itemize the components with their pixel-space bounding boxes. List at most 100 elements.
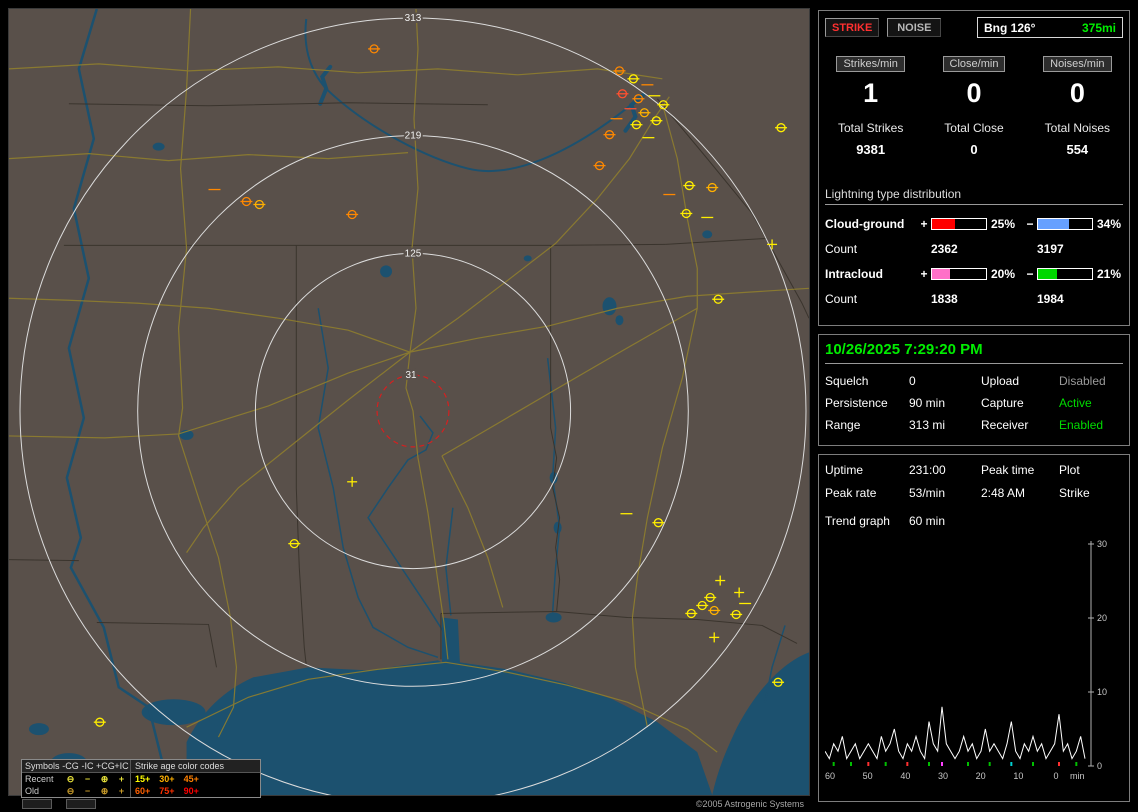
bottom-strip: ©2005 Astrogenic Systems	[8, 798, 810, 810]
uptime-value: 231:00	[909, 463, 946, 477]
capture-label: Capture	[981, 396, 1024, 410]
trend-plot: 0 10 20 30 60 50 40 30 20 10 0 min	[824, 539, 1107, 781]
capture-status: Active	[1059, 396, 1092, 410]
total-noises-label: Total Noises	[1044, 121, 1111, 135]
symbol-legend: Symbols -CG -IC +CG +IC Strike age color…	[21, 759, 261, 798]
uptime-label: Uptime	[825, 463, 864, 477]
svg-text:60: 60	[825, 771, 835, 781]
bearing-readout: Bng 126° 375mi	[977, 17, 1123, 38]
lake-seminole	[545, 612, 562, 623]
cg-pos-pct: 25%	[991, 216, 1016, 231]
legend-recent-label: Recent	[25, 774, 54, 784]
svg-text:30: 30	[1097, 539, 1107, 549]
ic-pos-icon: +	[118, 774, 125, 784]
cg-neg-bar	[1037, 217, 1093, 230]
total-strikes-label: Total Strikes	[837, 121, 904, 135]
upload-label: Upload	[981, 374, 1020, 388]
svg-text:min: min	[1070, 771, 1085, 781]
plot-mode-value: Strike	[1059, 486, 1090, 500]
ic-pos-count: 1838	[931, 291, 958, 306]
lake-martin	[602, 297, 617, 316]
ic-pos-bar	[931, 267, 987, 280]
lightning-map[interactable]: 313 219 125 31	[9, 9, 809, 795]
peak-time-label: Peak time	[981, 463, 1035, 477]
svg-text:20: 20	[1097, 613, 1107, 623]
peak-time-value: 2:48 AM	[981, 486, 1026, 500]
bar-fill	[1038, 218, 1070, 229]
ic-neg-bar	[1037, 267, 1093, 280]
status-panel: 10/26/2025 7:29:20 PM Squelch 0 Upload D…	[818, 334, 1130, 446]
cg-neg-count: 3197	[1037, 241, 1064, 256]
trend-window-value: 60 min	[909, 514, 946, 528]
bar-fill	[932, 268, 951, 279]
receiver-status: Enabled	[1059, 418, 1104, 432]
svg-text:0: 0	[1053, 771, 1058, 781]
cg-pos-count: 2362	[931, 241, 958, 256]
ring-label-125: 125	[405, 248, 422, 259]
strikes-per-min-header[interactable]: Strikes/min	[836, 56, 905, 72]
legend-symbols-header: Symbols	[25, 761, 60, 771]
bar-fill	[932, 218, 955, 229]
svg-text:40: 40	[900, 771, 910, 781]
ic-pos-pct: 20%	[991, 266, 1016, 281]
strike-stats-panel: STRIKE NOISE Bng 126° 375mi Strikes/min …	[818, 10, 1130, 326]
trend-panel: Uptime 231:00 Peak time Plot Peak rate 5…	[818, 454, 1130, 802]
ic-neg-count: 1984	[1037, 291, 1064, 306]
squelch-label: Squelch	[825, 374, 869, 388]
strikes-per-min-value: 1	[863, 78, 879, 108]
datetime-display: 10/26/2025 7:29:20 PM	[825, 341, 1123, 364]
cg-neg-pct: 34%	[1097, 216, 1122, 231]
total-close-value: 0	[970, 142, 978, 157]
trend-graph-label: Trend graph	[825, 514, 890, 528]
cloud-ground-label: Cloud-ground	[825, 216, 905, 231]
distribution-title: Lightning type distribution	[825, 187, 1123, 205]
copyright-text: ©2005 Astrogenic Systems	[695, 799, 804, 809]
map-area: 313 219 125 31 Symbols -CG -IC +CG +IC S…	[8, 8, 810, 798]
range-label: Range	[825, 418, 861, 432]
peak-rate-value: 53/min	[909, 486, 946, 500]
total-strikes-value: 9381	[856, 142, 886, 157]
ring-label-313: 313	[405, 13, 422, 24]
ring-label-31: 31	[405, 370, 417, 381]
close-per-min-value: 0	[966, 78, 982, 108]
persistence-label: Persistence	[825, 396, 888, 410]
legend-age-title: Strike age color codes	[130, 760, 260, 772]
cg-pos-old-icon: ⊕	[100, 786, 109, 796]
svg-text:10: 10	[1097, 687, 1107, 697]
ic-pos-old-icon: +	[118, 786, 125, 796]
ic-neg-pct: 21%	[1097, 266, 1122, 281]
cg-pos-bar	[931, 217, 987, 230]
noise-mode-button[interactable]: NOISE	[887, 18, 942, 37]
range-value: 313 mi	[909, 418, 946, 432]
svg-text:30: 30	[938, 771, 948, 781]
svg-text:0: 0	[1097, 761, 1102, 771]
intracloud-label: Intracloud	[825, 266, 884, 281]
smith-lake	[380, 265, 393, 278]
squelch-value: 0	[909, 374, 916, 388]
svg-text:20: 20	[976, 771, 986, 781]
ic-neg-icon: −	[84, 774, 91, 784]
persistence-value: 90 min	[909, 396, 946, 410]
receiver-label: Receiver	[981, 418, 1029, 432]
bearing-value: Bng 126°	[984, 20, 1036, 35]
taskbar-item-1[interactable]	[22, 799, 52, 809]
ring-label-219: 219	[405, 131, 422, 142]
taskbar-item-2[interactable]	[66, 799, 96, 809]
svg-text:10: 10	[1013, 771, 1023, 781]
bearing-distance: 375mi	[1081, 20, 1116, 35]
bar-fill	[1038, 268, 1058, 279]
plot-label: Plot	[1059, 463, 1080, 477]
total-noises-value: 554	[1066, 142, 1089, 157]
peak-rate-label: Peak rate	[825, 486, 877, 500]
strike-mode-button[interactable]: STRIKE	[825, 18, 880, 37]
noises-per-min-header[interactable]: Noises/min	[1043, 56, 1112, 72]
legend-old-label: Old	[25, 786, 40, 796]
cg-pos-icon: ⊕	[100, 774, 109, 784]
distribution-table: Cloud-ground + 25% − 34% Count 2362 3197…	[825, 211, 1123, 311]
close-per-min-header[interactable]: Close/min	[942, 56, 1006, 72]
total-close-label: Total Close	[944, 121, 1004, 135]
cg-neg-old-icon: ⊖	[66, 786, 75, 796]
ic-neg-old-icon: −	[84, 786, 91, 796]
upload-status: Disabled	[1059, 374, 1106, 388]
cg-neg-icon: ⊖	[66, 774, 75, 784]
